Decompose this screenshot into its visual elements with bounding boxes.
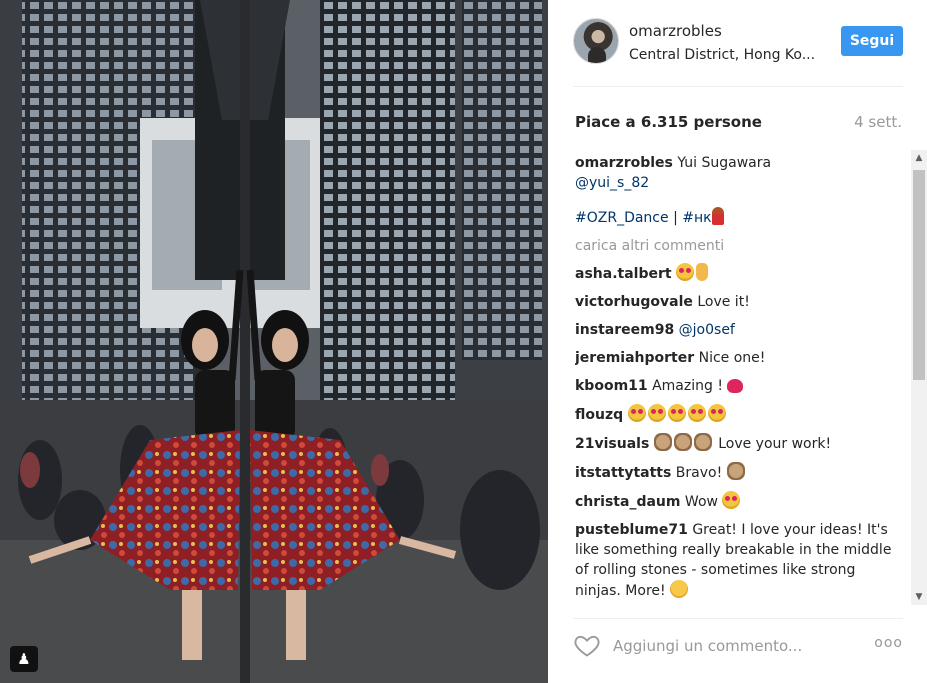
- post-photo[interactable]: ♟: [0, 0, 548, 683]
- post-username[interactable]: omarzrobles: [629, 22, 722, 40]
- hashtag-link[interactable]: #нк: [682, 210, 711, 226]
- dancer-reflection-image: [0, 0, 548, 683]
- heart-outline-icon[interactable]: [573, 631, 601, 659]
- hashtag-link[interactable]: #OZR_Dance: [575, 210, 669, 226]
- comment-item: kboom11 Amazing !: [575, 376, 900, 396]
- comment-text: Bravo!: [675, 465, 723, 481]
- ok-hand-emoji-icon: [696, 263, 709, 281]
- comment-item: victorhugovale Love it!: [575, 292, 900, 312]
- clap-emoji-icon: [726, 462, 745, 480]
- comment-username[interactable]: 21visuals: [575, 436, 649, 452]
- comment-username[interactable]: jeremiahporter: [575, 350, 694, 366]
- comment-item: 21visuals Love your work!: [575, 433, 900, 454]
- post-location[interactable]: Central District, Hong Ko...: [629, 47, 815, 63]
- divider: [573, 86, 903, 87]
- comments-list[interactable]: omarzrobles Yui Sugawara @yui_s_82 #OZR_…: [575, 153, 900, 608]
- post-header: omarzrobles Central District, Hong Ko...…: [573, 18, 903, 68]
- comment-item: jeremiahporter Nice one!: [575, 348, 900, 368]
- caption-text: Yui Sugawara: [677, 155, 772, 171]
- comment-username[interactable]: asha.talbert: [575, 266, 672, 282]
- comment-username[interactable]: pusteblume71: [575, 522, 688, 538]
- comment-item: itstattytatts Bravo!: [575, 462, 900, 483]
- comment-username[interactable]: instareem98: [575, 322, 674, 338]
- post-timestamp[interactable]: 4 sett.: [854, 113, 902, 131]
- comment-username[interactable]: kboom11: [575, 378, 648, 394]
- heart-eyes-emoji-icon: [627, 404, 646, 422]
- comment-text: Nice one!: [698, 350, 766, 366]
- caption-mention[interactable]: @yui_s_82: [575, 173, 900, 193]
- comment-username[interactable]: itstattytatts: [575, 465, 671, 481]
- avatar[interactable]: [573, 18, 619, 64]
- heart-eyes-emoji-icon: [687, 404, 706, 422]
- hashtag-separator: |: [668, 210, 683, 226]
- comment-username[interactable]: christa_daum: [575, 494, 680, 510]
- comment-text: Love your work!: [718, 436, 832, 452]
- comment-username[interactable]: victorhugovale: [575, 294, 693, 310]
- likes-count[interactable]: Piace a 6.315 persone: [575, 113, 762, 131]
- more-options-icon[interactable]: ooo: [873, 635, 903, 655]
- comment-username[interactable]: flouzq: [575, 407, 623, 423]
- comment-text: Love it!: [697, 294, 750, 310]
- clap-emoji-icon: [693, 433, 712, 451]
- comment-text: Amazing !: [652, 378, 723, 394]
- post-side-panel: omarzrobles Central District, Hong Ko...…: [548, 0, 927, 683]
- heart-eyes-emoji-icon: [676, 263, 695, 281]
- comment-item: pusteblume71 Great! I love your ideas! I…: [575, 520, 900, 601]
- red-heart-emoji-icon: [727, 379, 744, 393]
- caption-hashtags: #OZR_Dance | #нк: [575, 207, 900, 228]
- user-tag-button[interactable]: ♟: [10, 646, 38, 672]
- scroll-down-arrow-icon[interactable]: ▼: [911, 589, 927, 605]
- blush-emoji-icon: [670, 580, 689, 598]
- heart-eyes-emoji-icon: [722, 491, 741, 509]
- heart-eyes-emoji-icon: [667, 404, 686, 422]
- add-comment-bar: ooo: [573, 628, 903, 664]
- comment-text: Wow: [684, 494, 718, 510]
- scroll-up-arrow-icon[interactable]: ▲: [911, 150, 927, 166]
- dancer-emoji-icon: [711, 207, 724, 225]
- clap-emoji-icon: [673, 433, 692, 451]
- heart-eyes-emoji-icon: [707, 404, 726, 422]
- caption-username[interactable]: omarzrobles: [575, 155, 673, 171]
- comment-item: flouzq: [575, 404, 900, 425]
- load-more-comments-link[interactable]: carica altri commenti: [575, 236, 900, 256]
- comment-item: asha.talbert: [575, 263, 900, 284]
- scrollbar-thumb[interactable]: [913, 170, 925, 380]
- comment-item: instareem98 @jo0sef: [575, 320, 900, 340]
- follow-button[interactable]: Segui: [841, 26, 903, 56]
- comment-input[interactable]: [613, 634, 853, 658]
- caption: omarzrobles Yui Sugawara @yui_s_82 #OZR_…: [575, 153, 900, 228]
- heart-eyes-emoji-icon: [647, 404, 666, 422]
- divider: [573, 618, 903, 619]
- comment-mention[interactable]: @jo0sef: [679, 322, 735, 338]
- clap-emoji-icon: [653, 433, 672, 451]
- comment-item: christa_daum Wow: [575, 491, 900, 512]
- person-icon: ♟: [17, 649, 31, 668]
- comments-scrollbar[interactable]: ▲ ▼: [911, 150, 927, 605]
